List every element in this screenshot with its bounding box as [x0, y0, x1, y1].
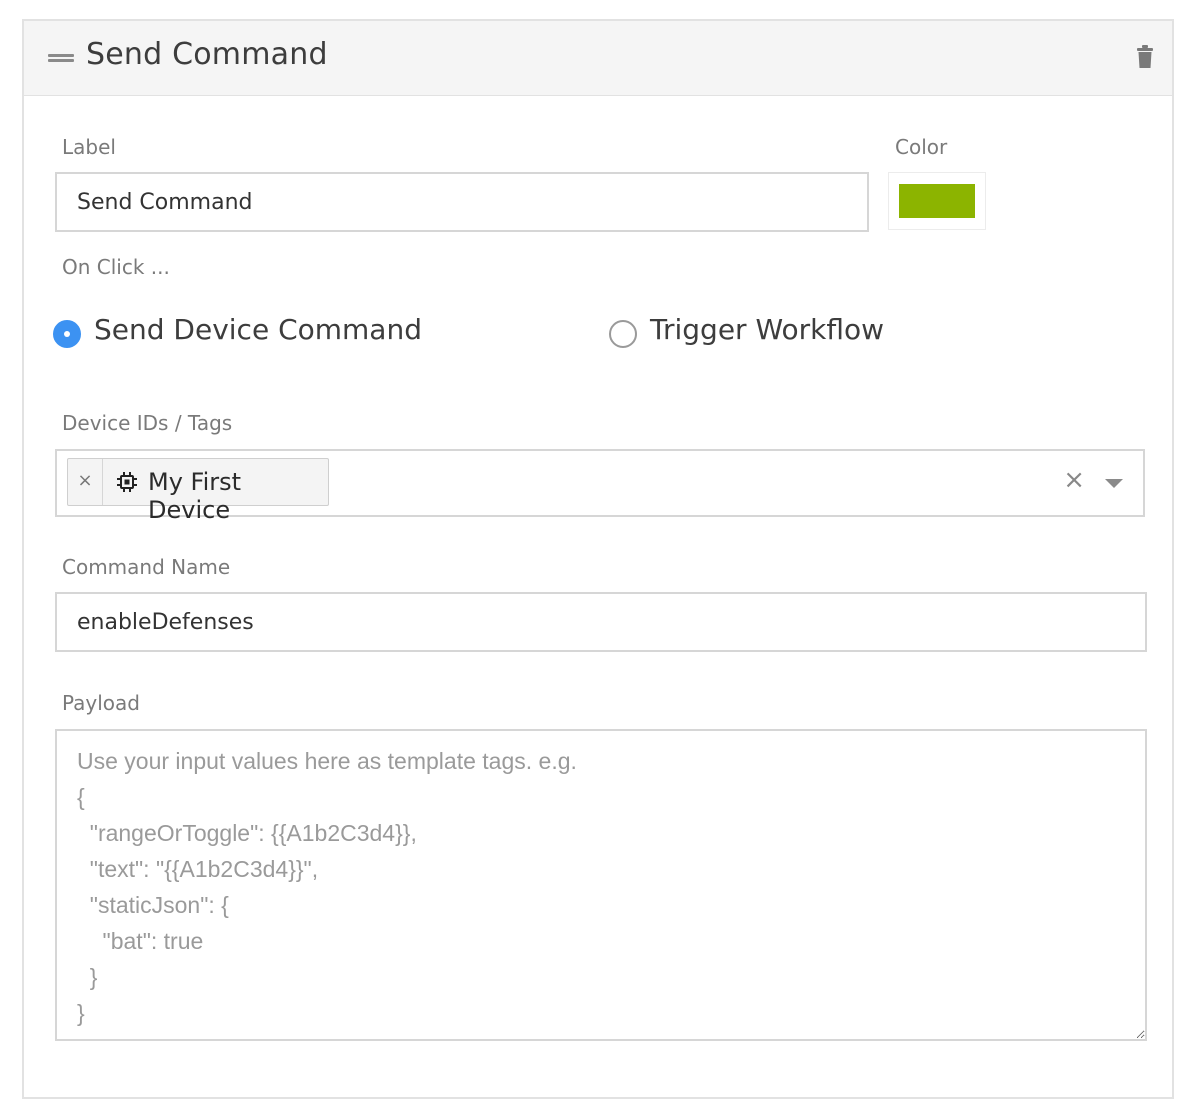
panel-title: Send Command — [86, 37, 328, 72]
radio-trigger-workflow[interactable] — [609, 320, 637, 348]
color-field-label: Color — [895, 135, 948, 159]
payload-label: Payload — [62, 691, 140, 715]
label-field-label: Label — [62, 135, 116, 159]
chevron-down-icon[interactable] — [1105, 479, 1123, 488]
device-tag-label: My First Device — [148, 468, 242, 524]
command-name-label: Command Name — [62, 555, 231, 579]
chip-icon — [117, 472, 137, 492]
payload-textarea[interactable] — [55, 729, 1147, 1041]
trash-icon[interactable] — [1136, 45, 1154, 69]
send-command-panel: Send Command Label Color On Click ... Se… — [22, 19, 1174, 1099]
label-input[interactable] — [55, 172, 869, 232]
clear-all-icon[interactable]: × — [1063, 465, 1085, 495]
device-ids-label: Device IDs / Tags — [62, 411, 233, 435]
radio-send-device-command-label[interactable]: Send Device Command — [94, 313, 422, 346]
device-tags-select[interactable]: × My First Device × — [55, 449, 1145, 524]
color-picker[interactable] — [888, 172, 986, 230]
tag-remove-icon[interactable]: × — [68, 459, 103, 505]
panel-header: Send Command — [24, 21, 1172, 96]
device-tag: × My First Device — [67, 458, 329, 524]
color-swatch — [899, 184, 975, 218]
radio-send-device-command[interactable] — [53, 320, 81, 348]
drag-handle-icon[interactable] — [48, 54, 74, 62]
on-click-label: On Click ... — [62, 255, 170, 279]
command-name-input[interactable] — [55, 592, 1147, 652]
radio-trigger-workflow-label[interactable]: Trigger Workflow — [650, 313, 884, 346]
